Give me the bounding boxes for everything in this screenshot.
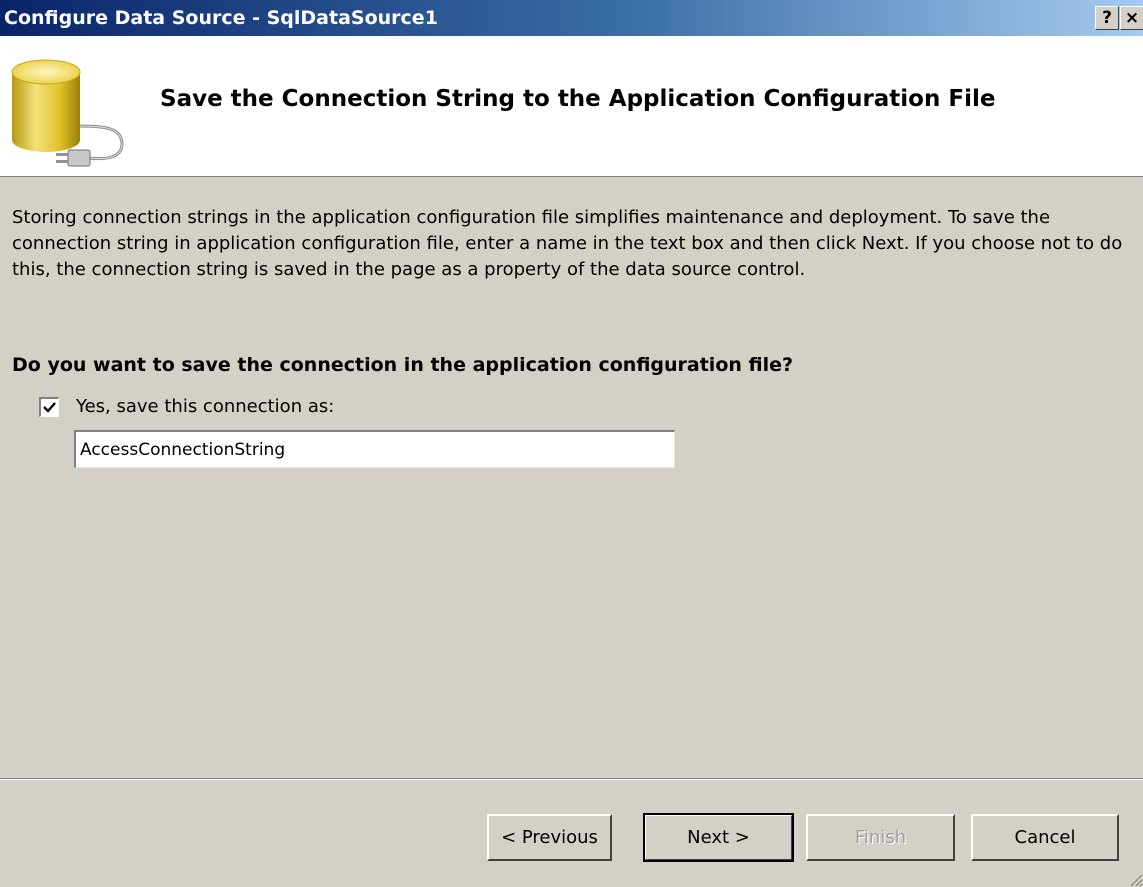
footer-separator [0, 778, 1143, 780]
finish-button[interactable]: Finish [806, 814, 955, 861]
step-description: Storing connection strings in the applic… [12, 207, 1123, 280]
window-title: Configure Data Source - SqlDataSource1 [4, 7, 438, 29]
cancel-button[interactable]: Cancel [971, 814, 1119, 861]
title-bar[interactable]: Configure Data Source - SqlDataSource1 ?… [0, 0, 1143, 36]
database-plug-icon [11, 59, 124, 167]
help-button[interactable]: ? [1095, 6, 1119, 30]
previous-button[interactable]: < Previous [487, 814, 612, 861]
checkmark-icon [43, 402, 56, 413]
wizard-step-title: Save the Connection String to the Applic… [160, 86, 996, 112]
close-button[interactable]: × [1120, 6, 1143, 30]
connection-name-input[interactable] [74, 430, 675, 468]
save-connection-question: Do you want to save the connection in th… [12, 354, 794, 376]
save-connection-label[interactable]: Yes, save this connection as: [76, 396, 334, 417]
save-connection-checkbox[interactable] [39, 397, 59, 417]
resize-grip-icon[interactable] [1127, 871, 1143, 887]
next-button[interactable]: Next > [643, 813, 794, 862]
wizard-header: Save the Connection String to the Applic… [0, 36, 1143, 177]
configure-data-source-dialog: Configure Data Source - SqlDataSource1 ?… [0, 0, 1143, 887]
